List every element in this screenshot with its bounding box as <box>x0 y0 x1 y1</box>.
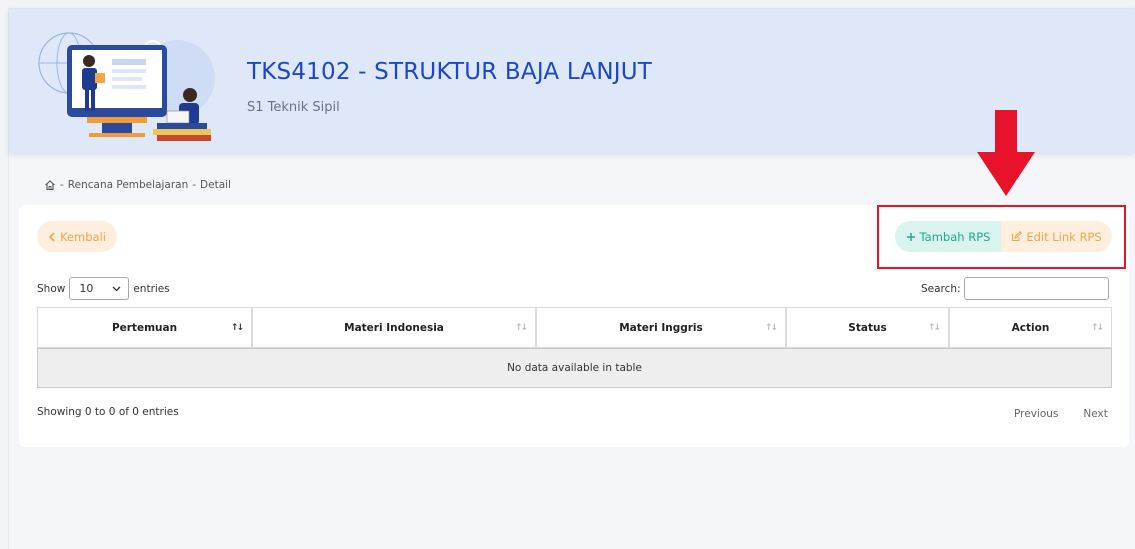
breadcrumb-separator: - <box>192 179 197 191</box>
table-info: Showing 0 to 0 of 0 entries <box>37 406 179 418</box>
sort-icon: ↑↓ <box>514 323 528 333</box>
add-rps-button[interactable]: Tambah RPS <box>895 221 1001 252</box>
search-label: Search: <box>921 282 961 295</box>
show-label: Show <box>37 282 66 295</box>
online-learning-illustration <box>38 32 215 141</box>
chevron-down-icon <box>112 286 121 291</box>
table-search: Search: <box>921 277 1109 300</box>
course-program: S1 Teknik Sipil <box>247 100 340 115</box>
home-icon[interactable] <box>44 179 56 191</box>
breadcrumb-item-rencana[interactable]: Rencana Pembelajaran <box>68 179 188 191</box>
rps-table: Pertemuan ↑↓ Materi Indonesia ↑↓ Materi … <box>37 307 1112 388</box>
search-input[interactable] <box>963 277 1109 300</box>
sort-icon: ↑↓ <box>1090 323 1104 333</box>
sort-icon: ↑↓ <box>927 323 941 333</box>
column-header-action[interactable]: Action ↑↓ <box>949 307 1112 348</box>
column-header-pertemuan[interactable]: Pertemuan ↑↓ <box>37 307 252 348</box>
plus-icon <box>906 232 915 241</box>
breadcrumb: - Rencana Pembelajaran - Detail <box>44 179 231 191</box>
next-button[interactable]: Next <box>1083 408 1107 420</box>
page-length-select[interactable]: 10 <box>69 277 130 300</box>
column-header-materi-inggris[interactable]: Materi Inggris ↑↓ <box>536 307 786 348</box>
entries-label: entries <box>133 282 170 295</box>
back-button-label: Kembali <box>60 229 106 244</box>
empty-table-message: No data available in table <box>37 348 1112 388</box>
back-button[interactable]: Kembali <box>37 221 117 252</box>
pagination: Previous Next <box>1014 408 1108 420</box>
page-length-value: 10 <box>79 282 94 295</box>
edit-link-rps-label: Edit Link RPS <box>1026 229 1102 244</box>
course-header: TKS4102 - STRUKTUR BAJA LANJUT S1 Teknik… <box>9 9 1135 153</box>
sort-icon: ↑↓ <box>764 323 778 333</box>
arrow-down-icon <box>977 110 1035 196</box>
chevron-left-icon <box>48 231 55 242</box>
edit-link-rps-button[interactable]: Edit Link RPS <box>1001 221 1112 252</box>
page-length-control: Show 10 entries <box>37 277 170 300</box>
breadcrumb-separator: - <box>60 179 64 191</box>
sort-icon: ↑↓ <box>230 323 244 333</box>
table-header-row: Pertemuan ↑↓ Materi Indonesia ↑↓ Materi … <box>37 307 1112 348</box>
column-header-status[interactable]: Status ↑↓ <box>786 307 949 348</box>
breadcrumb-item-detail: Detail <box>200 179 231 191</box>
edit-icon <box>1012 231 1023 242</box>
previous-button[interactable]: Previous <box>1014 408 1058 420</box>
column-header-materi-indonesia[interactable]: Materi Indonesia ↑↓ <box>252 307 536 348</box>
add-rps-label: Tambah RPS <box>919 229 991 244</box>
table-row: No data available in table <box>37 348 1112 388</box>
course-title: TKS4102 - STRUKTUR BAJA LANJUT <box>247 59 653 85</box>
